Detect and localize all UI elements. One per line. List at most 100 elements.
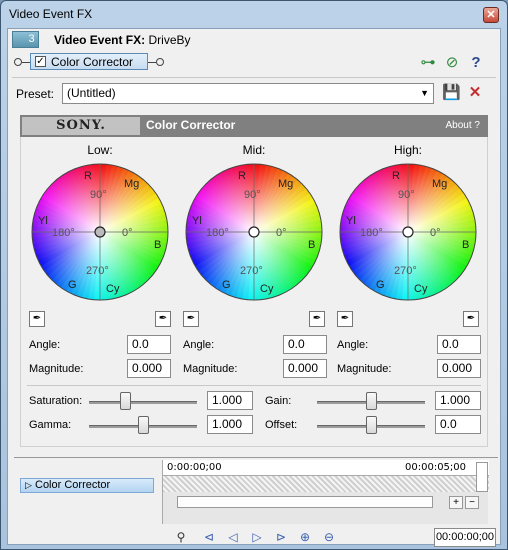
mid-color-wheel[interactable]: R Mg Yl B G Cy 90° 180° 0° 270°	[185, 159, 323, 305]
close-button[interactable]: ✕	[483, 7, 499, 23]
plugin-chain: ✓ Color Corrector ⊶ ⊘ ?	[12, 53, 492, 73]
plugin-name: Color Corrector	[51, 55, 134, 69]
gain-field[interactable]: 1.000	[435, 391, 481, 410]
high-angle-label: Angle:	[337, 339, 369, 351]
delete-keyframe-icon[interactable]: ⊖	[320, 528, 338, 546]
time-ruler[interactable]: 0:00:00;00 00:00:05;00	[163, 460, 489, 476]
mid-eyedropper-right-icon[interactable]: ✒	[309, 311, 325, 327]
video-event-fx-window: Video Event FX ✕ 3 Video Event FX: Drive…	[0, 0, 508, 550]
zoom-out-button[interactable]: −	[465, 496, 479, 509]
wheel-handle[interactable]	[94, 226, 106, 238]
wheel-title: High:	[393, 143, 422, 157]
wheel-label: 180°	[206, 227, 229, 239]
offset-slider-thumb[interactable]	[366, 416, 377, 434]
wheel-handle[interactable]	[248, 226, 260, 238]
low-eyedropper-right-icon[interactable]: ✒	[155, 311, 171, 327]
gamma-label: Gamma:	[29, 419, 72, 431]
last-keyframe-icon[interactable]: ⊳	[272, 528, 290, 546]
low-angle-field[interactable]: 0.0	[127, 335, 171, 354]
wheel-label: Cy	[414, 283, 428, 295]
plugin-chain-icon[interactable]: ⊶	[418, 53, 438, 73]
wheel-title: Mid:	[242, 143, 266, 157]
wheel-label: G	[68, 279, 77, 291]
vertical-scrollbar[interactable]	[476, 462, 488, 492]
wheel-label: 0°	[122, 227, 133, 239]
wheel-label: 270°	[240, 265, 263, 277]
mid-eyedropper-icon[interactable]: ✒	[183, 311, 199, 327]
high-eyedropper-icon[interactable]: ✒	[337, 311, 353, 327]
first-keyframe-icon[interactable]: ⊲	[200, 528, 218, 546]
track-name: Color Corrector	[35, 479, 111, 491]
add-keyframe-icon[interactable]: ⊕	[296, 528, 314, 546]
low-magnitude-field[interactable]: 0.000	[127, 359, 171, 378]
high-magnitude-field[interactable]: 0.000	[437, 359, 481, 378]
keyframe-timeline[interactable]: 0:00:00;00 00:00:05;00 + −	[162, 460, 489, 524]
wheel-label: 180°	[52, 227, 75, 239]
wheel-label: R	[238, 170, 246, 182]
wheel-label: 270°	[86, 265, 109, 277]
low-eyedropper-icon[interactable]: ✒	[29, 311, 45, 327]
horizontal-scrollbar[interactable]	[177, 496, 433, 508]
fx-label-value: DriveBy	[148, 33, 191, 47]
fx-label: Video Event FX: DriveBy	[54, 33, 191, 47]
wheel-label: G	[376, 279, 385, 291]
about-link[interactable]: About ?	[446, 120, 480, 131]
fx-label-title: Video Event FX:	[54, 33, 146, 47]
sony-logo: SONY.	[22, 117, 140, 135]
keyframe-lane[interactable]	[163, 476, 489, 492]
offset-field[interactable]: 0.0	[435, 415, 481, 434]
wheel-label: Cy	[260, 283, 274, 295]
preset-select[interactable]: (Untitled) ▼	[62, 83, 434, 104]
wheel-label: 0°	[276, 227, 287, 239]
keyframe-track-item[interactable]: ▷ Color Corrector	[20, 478, 154, 493]
saturation-slider[interactable]	[89, 401, 197, 404]
wheel-label: Mg	[432, 178, 447, 190]
wheel-title: Low:	[87, 143, 113, 157]
expand-triangle-icon[interactable]: ▷	[25, 479, 32, 492]
timecode-field[interactable]: 00:00:00;00	[434, 528, 496, 547]
wheel-label: 270°	[394, 265, 417, 277]
fx-content: 3 Video Event FX: DriveBy ✓ Color Correc…	[7, 28, 501, 547]
high-magnitude-label: Magnitude:	[337, 363, 392, 375]
window-title: Video Event FX	[9, 7, 93, 21]
high-color-wheel[interactable]: R Mg Yl B G Cy 90° 180° 0° 270°	[339, 159, 477, 305]
divider	[12, 77, 496, 78]
wheel-label: R	[84, 170, 92, 182]
next-keyframe-icon[interactable]: ▷	[248, 528, 266, 546]
plugin-banner: SONY. Color Corrector About ?	[20, 115, 488, 137]
keyframe-pane: ▷ Color Corrector 0:00:00;00 00:00:05;00…	[14, 457, 498, 547]
prev-keyframe-icon[interactable]: ◁	[224, 528, 242, 546]
ruler-start-time: 0:00:00;00	[167, 462, 222, 473]
low-angle-label: Angle:	[29, 339, 61, 351]
wheel-label: B	[308, 239, 315, 251]
plugin-chain-item[interactable]: ✓ Color Corrector	[30, 53, 148, 70]
wheel-handle[interactable]	[402, 226, 414, 238]
gamma-field[interactable]: 1.000	[207, 415, 253, 434]
wheel-label: 90°	[90, 189, 107, 201]
preset-label: Preset:	[16, 87, 55, 101]
saturation-slider-thumb[interactable]	[119, 392, 131, 410]
save-preset-icon[interactable]: 💾	[442, 84, 461, 102]
remove-plugin-icon[interactable]: ⊘	[442, 53, 462, 73]
delete-preset-icon[interactable]: ✕	[466, 84, 484, 102]
fx-count-badge[interactable]: 3	[12, 31, 39, 48]
chain-line	[22, 62, 30, 63]
chevron-down-icon: ▼	[420, 88, 429, 98]
saturation-field[interactable]: 1.000	[207, 391, 253, 410]
mid-magnitude-field[interactable]: 0.000	[283, 359, 327, 378]
saturation-label: Saturation:	[29, 395, 83, 407]
ruler-end-time: 00:00:05;00	[405, 462, 467, 473]
help-icon[interactable]: ?	[466, 53, 486, 73]
high-angle-field[interactable]: 0.0	[437, 335, 481, 354]
wheel-label: Yl	[38, 215, 48, 227]
plugin-enable-checkbox[interactable]: ✓	[35, 56, 46, 67]
gain-slider-thumb[interactable]	[366, 392, 377, 410]
zoom-in-button[interactable]: +	[449, 496, 463, 509]
gamma-slider-thumb[interactable]	[138, 416, 149, 434]
wheel-label: R	[392, 170, 400, 182]
wheel-label: Cy	[106, 283, 120, 295]
sync-cursor-icon[interactable]: ⚲	[172, 528, 190, 546]
low-color-wheel[interactable]: R Mg Yl B G Cy 90° 180° 0° 270°	[31, 159, 169, 305]
high-eyedropper-right-icon[interactable]: ✒	[463, 311, 479, 327]
mid-angle-field[interactable]: 0.0	[283, 335, 327, 354]
